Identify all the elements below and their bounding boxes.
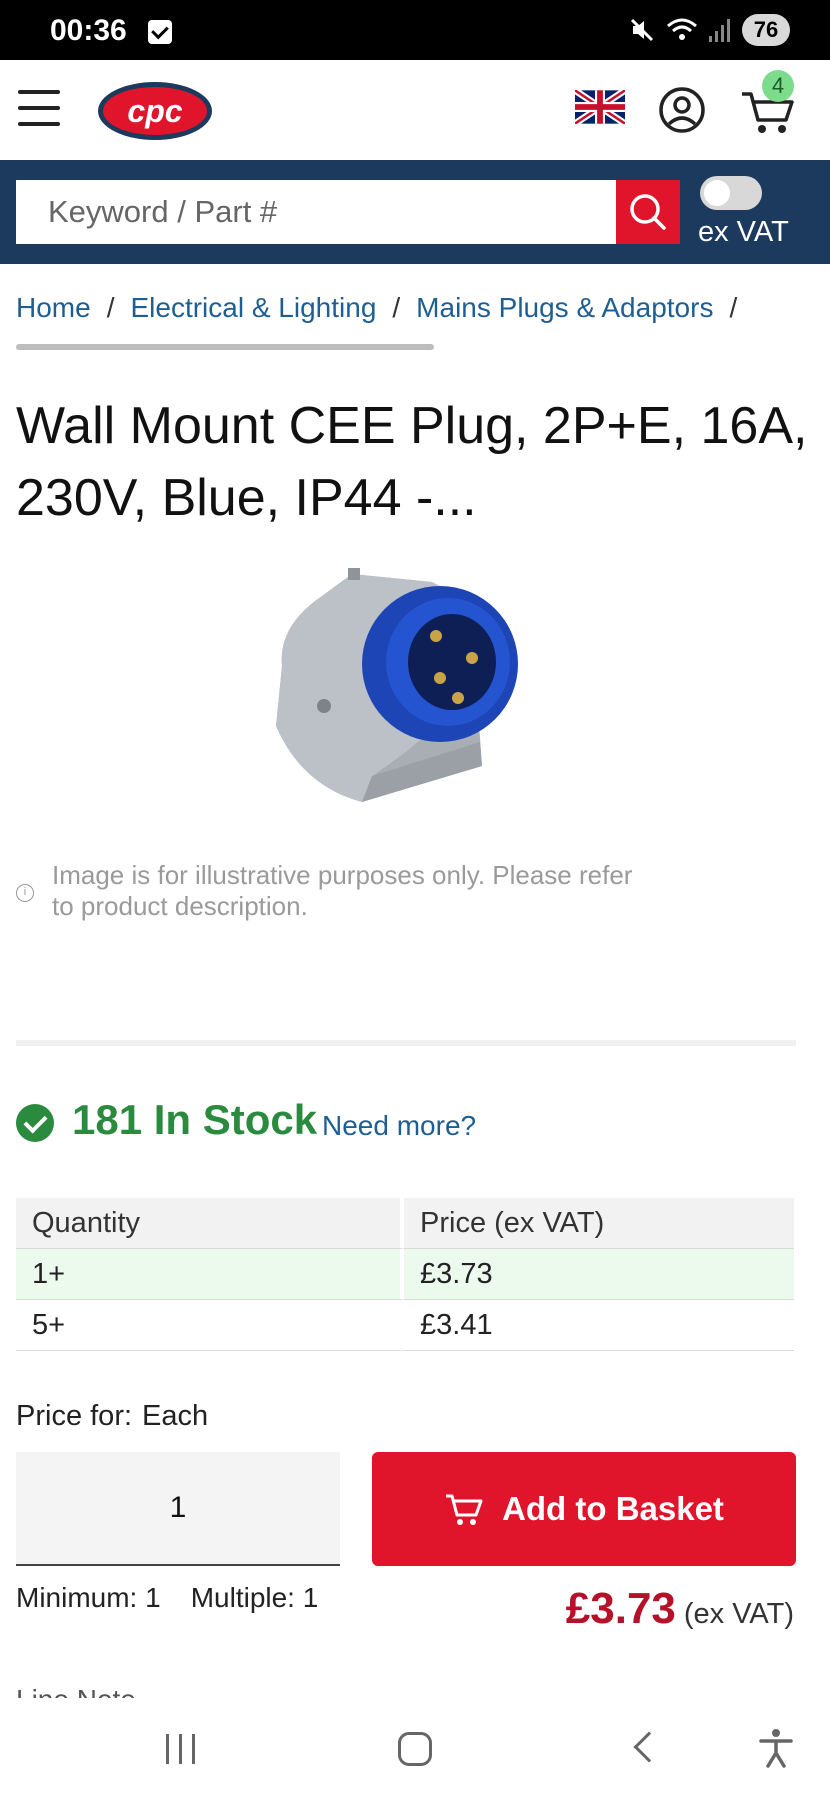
account-icon[interactable] bbox=[658, 86, 706, 134]
minimum-quantity: Minimum: 1 bbox=[16, 1582, 161, 1613]
row-quantity: 5+ bbox=[16, 1300, 404, 1351]
add-to-basket-label: Add to Basket bbox=[502, 1490, 724, 1527]
back-button[interactable] bbox=[633, 1731, 665, 1763]
mute-icon bbox=[630, 18, 654, 42]
price-for: Price for: Each bbox=[16, 1400, 208, 1433]
check-circle-icon bbox=[16, 1104, 54, 1142]
price-break-table: Quantity Price (ex VAT) 1+ £3.73 5+ £3.4… bbox=[16, 1198, 794, 1351]
breadcrumb-scrollbar[interactable] bbox=[16, 344, 434, 350]
uk-flag-icon[interactable] bbox=[575, 90, 625, 124]
breadcrumb-mains-plugs[interactable]: Mains Plugs & Adaptors bbox=[416, 292, 713, 324]
cpc-logo[interactable]: cpc bbox=[96, 80, 214, 142]
product-image[interactable] bbox=[262, 566, 552, 806]
unit-price: £3.73 (ex VAT) bbox=[566, 1584, 794, 1634]
add-to-basket-button[interactable]: Add to Basket bbox=[372, 1452, 796, 1566]
home-button[interactable] bbox=[398, 1732, 432, 1766]
line-note-label[interactable]: Line Note bbox=[16, 1684, 136, 1698]
status-bar: 00:36 76 bbox=[0, 0, 830, 60]
stock-status: 181 In Stock bbox=[72, 1096, 318, 1143]
unit-price-vat: (ex VAT) bbox=[683, 1598, 794, 1630]
column-header-quantity: Quantity bbox=[16, 1198, 404, 1249]
unit-price-amount: £3.73 bbox=[565, 1584, 676, 1633]
price-for-label: Price for: bbox=[16, 1400, 133, 1432]
system-nav-bar bbox=[0, 1698, 830, 1800]
product-title: Wall Mount CEE Plug, 2P+E, 16A, 230V, Bl… bbox=[16, 397, 808, 527]
basket-icon bbox=[446, 1494, 483, 1525]
image-disclaimer: Image is for illustrative purposes only.… bbox=[52, 860, 633, 921]
multiple-quantity: Multiple: 1 bbox=[190, 1582, 319, 1613]
status-time: 00:36 bbox=[50, 14, 127, 47]
breadcrumb-separator: / bbox=[106, 292, 115, 323]
row-price: £3.73 bbox=[404, 1249, 794, 1300]
breadcrumb: Home / Electrical & Lighting / Mains Plu… bbox=[16, 292, 753, 324]
section-divider bbox=[16, 1040, 796, 1046]
column-header-price: Price (ex VAT) bbox=[404, 1198, 794, 1249]
quantity-input[interactable] bbox=[16, 1452, 340, 1566]
breadcrumb-electrical-lighting[interactable]: Electrical & Lighting bbox=[130, 292, 376, 324]
menu-icon[interactable] bbox=[18, 90, 60, 126]
site-header: cpc 4 bbox=[0, 60, 830, 160]
search-icon bbox=[630, 194, 666, 230]
status-icons: 76 bbox=[628, 12, 790, 48]
breadcrumb-separator: / bbox=[729, 292, 738, 323]
cart-count-badge: 4 bbox=[762, 70, 794, 102]
recent-apps-button[interactable] bbox=[166, 1734, 205, 1769]
search-bar: ex VAT bbox=[0, 160, 830, 264]
row-quantity: 1+ bbox=[16, 1249, 404, 1300]
signal-icon bbox=[709, 19, 730, 42]
row-price: £3.41 bbox=[404, 1300, 794, 1351]
search-input[interactable] bbox=[16, 180, 616, 244]
svg-text:cpc: cpc bbox=[127, 93, 182, 129]
need-more-link[interactable]: Need more? bbox=[322, 1110, 476, 1142]
breadcrumb-home[interactable]: Home bbox=[16, 292, 91, 324]
table-header-row: Quantity Price (ex VAT) bbox=[16, 1198, 794, 1249]
table-row: 5+ £3.41 bbox=[16, 1300, 794, 1351]
order-constraints: Minimum: 1 Multiple: 1 bbox=[16, 1582, 318, 1614]
breadcrumb-separator: / bbox=[392, 292, 401, 323]
wifi-icon bbox=[667, 18, 697, 40]
table-row: 1+ £3.73 bbox=[16, 1249, 794, 1300]
search-button[interactable] bbox=[616, 180, 680, 244]
vat-toggle-label: ex VAT bbox=[698, 216, 789, 248]
info-icon: i bbox=[16, 884, 34, 902]
vat-toggle[interactable] bbox=[700, 176, 762, 210]
accessibility-icon[interactable] bbox=[758, 1728, 794, 1768]
battery-indicator: 76 bbox=[742, 14, 790, 46]
notification-icon bbox=[148, 20, 172, 44]
price-for-value: Each bbox=[142, 1400, 209, 1432]
